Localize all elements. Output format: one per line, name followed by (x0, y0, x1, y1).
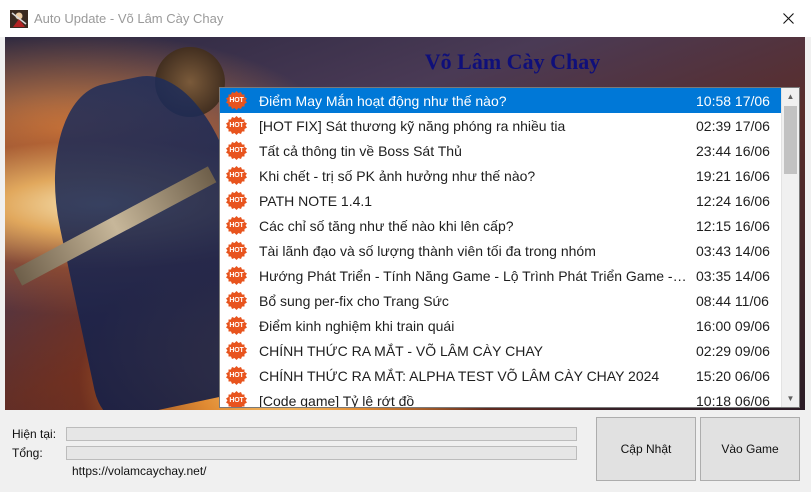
title-bar: Auto Update - Võ Lâm Cày Chay (0, 0, 811, 37)
hot-badge-text: HOT (229, 372, 244, 379)
hot-badge-icon: HOT (225, 141, 248, 160)
hot-badge-icon: HOT (225, 216, 248, 235)
hot-badge-icon: HOT (225, 266, 248, 285)
news-item-title: CHÍNH THỨC RA MẮT - VÕ LÂM CÀY CHAY (259, 343, 543, 359)
news-item-date: 02:29 09/06 (696, 343, 770, 359)
news-item-title: Các chỉ số tăng như thế nào khi lên cấp? (259, 218, 514, 234)
close-button[interactable] (765, 0, 811, 37)
news-item[interactable]: HOT Tài lãnh đạo và số lượng thành viên t… (220, 238, 782, 263)
news-list[interactable]: HOT Điểm May Mắn hoạt động như thế nào? 10… (219, 87, 800, 408)
hot-badge-text: HOT (229, 272, 244, 279)
scrollbar-thumb[interactable] (784, 106, 797, 174)
news-item-date: 12:24 16/06 (696, 193, 770, 209)
current-progress-label: Hiện tại: (12, 427, 57, 441)
news-item-date: 10:58 17/06 (696, 93, 770, 109)
update-button[interactable]: Cập Nhật (596, 417, 696, 481)
news-item-title: Hướng Phát Triển - Tính Năng Game - Lộ T… (259, 268, 689, 284)
hot-badge-text: HOT (229, 397, 244, 404)
close-icon (782, 13, 794, 24)
news-item[interactable]: HOT Điểm kinh nghiệm khi train quái 16:00 … (220, 313, 782, 338)
news-item-date: 12:15 16/06 (696, 218, 770, 234)
hot-badge-icon: HOT (225, 116, 248, 135)
hot-badge-text: HOT (229, 147, 244, 154)
hot-badge-icon: HOT (225, 366, 248, 385)
news-item-title: [Code game] Tỷ lệ rớt đồ (259, 393, 415, 408)
website-url[interactable]: https://volamcaychay.net/ (72, 464, 207, 478)
hot-badge-text: HOT (229, 172, 244, 179)
hot-badge-icon: HOT (225, 91, 248, 110)
news-item-date: 02:39 17/06 (696, 118, 770, 134)
news-item[interactable]: HOT Hướng Phát Triển - Tính Năng Game - L… (220, 263, 782, 288)
hot-badge-icon: HOT (225, 241, 248, 260)
total-progress-bar (66, 446, 577, 460)
hot-badge-text: HOT (229, 247, 244, 254)
hot-badge-icon: HOT (225, 191, 248, 210)
news-item-date: 23:44 16/06 (696, 143, 770, 159)
hot-badge-text: HOT (229, 197, 244, 204)
news-item-title: Tất cả thông tin về Boss Sát Thủ (259, 143, 462, 159)
total-progress-label: Tổng: (12, 446, 43, 460)
news-item[interactable]: HOT CHÍNH THỨC RA MẮT - VÕ LÂM CÀY CHAY 02… (220, 338, 782, 363)
warrior-icon (10, 10, 28, 28)
news-item[interactable]: HOT Các chỉ số tăng như thế nào khi lên c… (220, 213, 782, 238)
hot-badge-text: HOT (229, 97, 244, 104)
news-item[interactable]: HOT Điểm May Mắn hoạt động như thế nào? 10… (220, 88, 782, 113)
news-item[interactable]: HOT [HOT FIX] Sát thương kỹ năng phóng ra… (220, 113, 782, 138)
hot-badge-icon: HOT (225, 316, 248, 335)
hot-badge-text: HOT (229, 297, 244, 304)
news-item-date: 15:20 06/06 (696, 368, 770, 384)
hot-badge-icon: HOT (225, 391, 248, 407)
news-scrollbar[interactable]: ▲ ▼ (781, 88, 799, 407)
news-item[interactable]: HOT CHÍNH THỨC RA MẮT: ALPHA TEST VÕ LÂM … (220, 363, 782, 388)
hot-badge-icon: HOT (225, 291, 248, 310)
news-item[interactable]: HOT Tất cả thông tin về Boss Sát Thủ 23:44… (220, 138, 782, 163)
news-item[interactable]: HOT PATH NOTE 1.4.1 12:24 16/06 (220, 188, 782, 213)
news-item-title: PATH NOTE 1.4.1 (259, 193, 373, 209)
current-progress-bar (66, 427, 577, 441)
news-item-title: Bổ sung per-fix cho Trang Sức (259, 293, 449, 309)
news-item-date: 03:43 14/06 (696, 243, 770, 259)
news-item-date: 03:35 14/06 (696, 268, 770, 284)
news-item[interactable]: HOT Bổ sung per-fix cho Trang Sức 08:44 11… (220, 288, 782, 313)
news-item-title: Khi chết - trị số PK ảnh hưởng như thế n… (259, 168, 536, 184)
hot-badge-icon: HOT (225, 341, 248, 360)
news-item-date: 19:21 16/06 (696, 168, 770, 184)
scroll-down-arrow-icon[interactable]: ▼ (782, 390, 799, 407)
hot-badge-text: HOT (229, 347, 244, 354)
news-item-title: [HOT FIX] Sát thương kỹ năng phóng ra nh… (259, 118, 566, 134)
hot-badge-text: HOT (229, 122, 244, 129)
hot-badge-text: HOT (229, 222, 244, 229)
hot-badge-icon: HOT (225, 166, 248, 185)
news-item-title: Điểm May Mắn hoạt động như thế nào? (259, 93, 507, 109)
news-item[interactable]: HOT Khi chết - trị số PK ảnh hưởng như th… (220, 163, 782, 188)
news-item-date: 16:00 09/06 (696, 318, 770, 334)
window-title: Auto Update - Võ Lâm Cày Chay (34, 11, 224, 26)
news-item-title: Điểm kinh nghiệm khi train quái (259, 318, 455, 334)
banner-title: Võ Lâm Cày Chay (424, 49, 601, 74)
news-item-title: Tài lãnh đạo và số lượng thành viên tối … (259, 243, 596, 259)
news-item-date: 08:44 11/06 (696, 293, 769, 309)
news-item-date: 10:18 06/06 (696, 393, 770, 408)
hot-badge-text: HOT (229, 322, 244, 329)
news-item[interactable]: HOT [Code game] Tỷ lệ rớt đồ 10:18 06/06 (220, 388, 782, 408)
news-item-title: CHÍNH THỨC RA MẮT: ALPHA TEST VÕ LÂM CÀY… (259, 368, 660, 384)
scroll-up-arrow-icon[interactable]: ▲ (782, 88, 799, 105)
play-game-button[interactable]: Vào Game (700, 417, 800, 481)
